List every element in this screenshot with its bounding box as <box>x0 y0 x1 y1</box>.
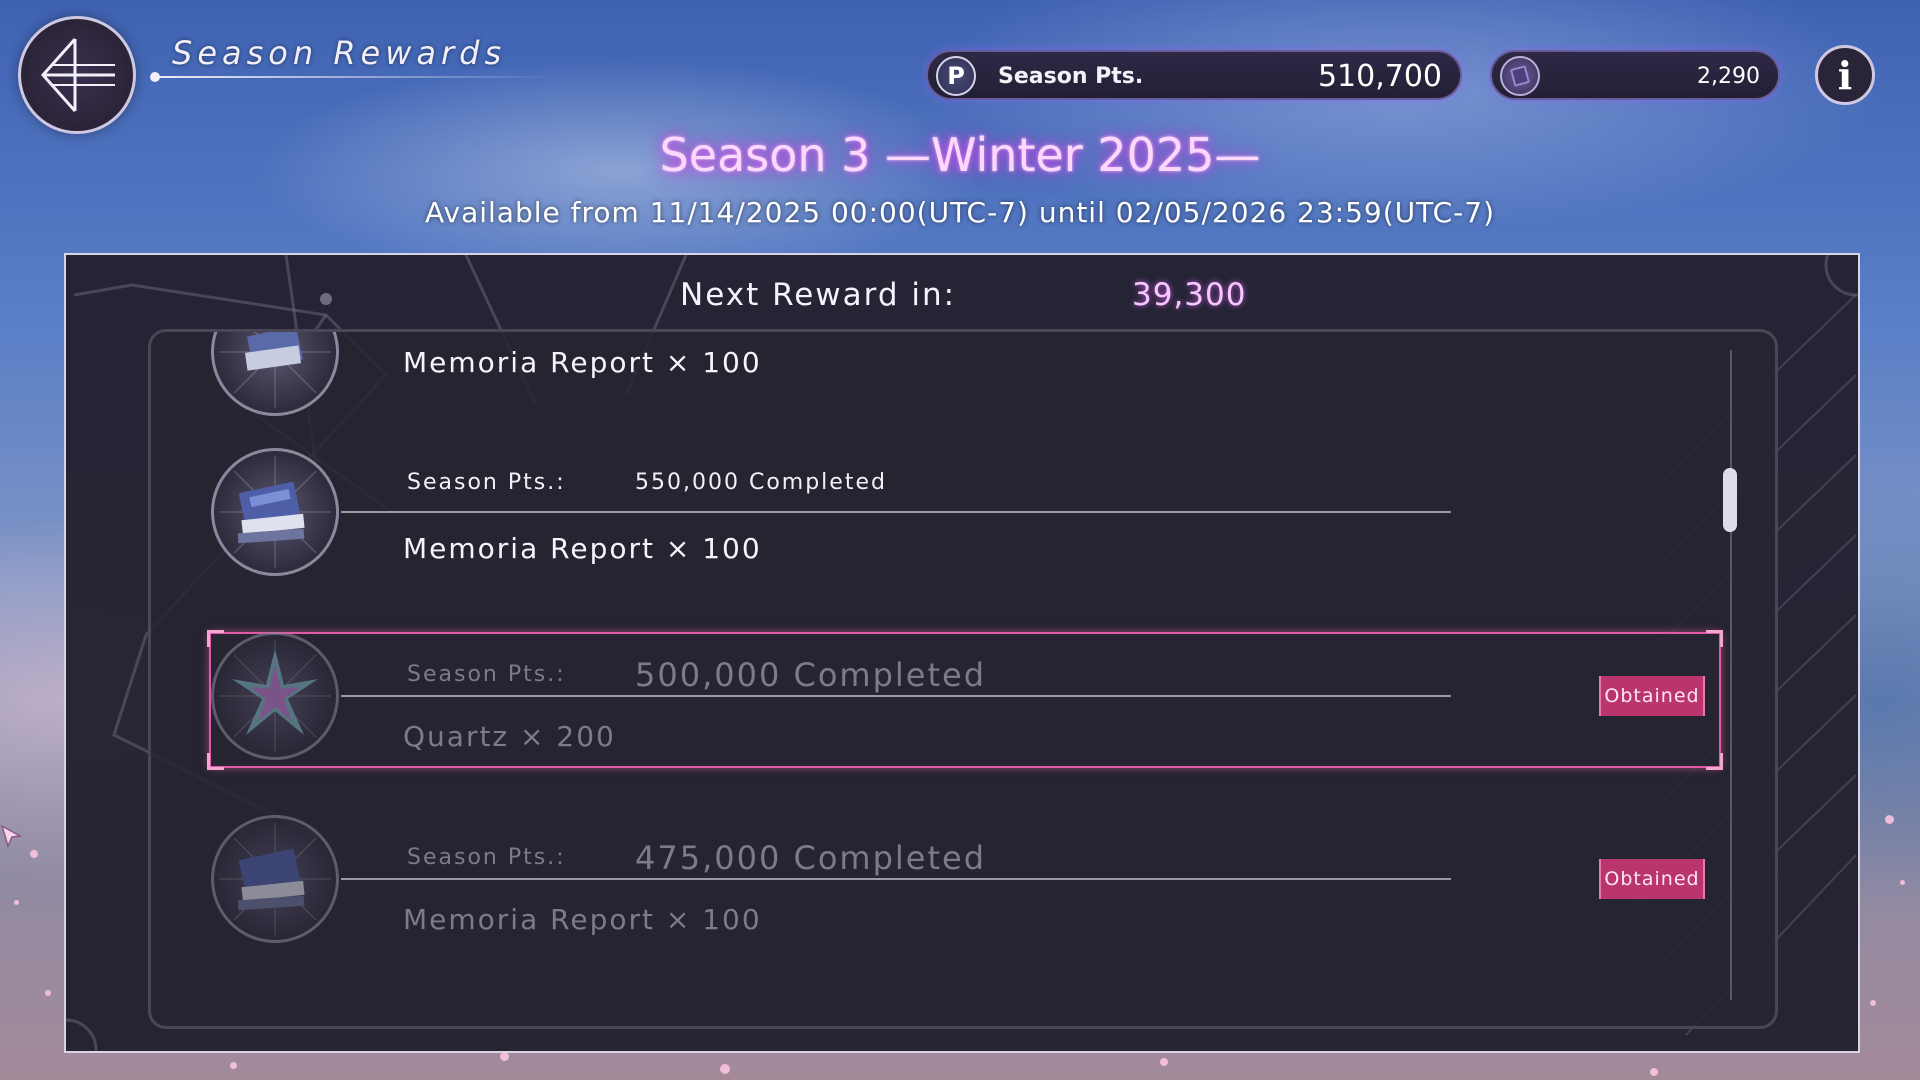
reward-divider <box>341 511 1451 513</box>
reward-points-label: Season Pts.: <box>407 470 566 495</box>
reward-divider <box>341 695 1451 697</box>
reward-list[interactable]: Memoria Report × 100 Season Pts.: 550,00… <box>148 329 1778 1029</box>
reward-item-name: Memoria Report × 100 <box>403 903 762 936</box>
reward-item-name: Memoria Report × 100 <box>403 532 762 565</box>
reward-points-value: 550,000 Completed <box>635 470 887 495</box>
reward-divider <box>341 878 1451 880</box>
reward-points-value: 475,000 Completed <box>635 839 987 877</box>
quartz-value: 2,290 <box>1697 64 1760 89</box>
memoria-report-icon <box>211 448 339 576</box>
season-points-icon: P <box>936 56 976 96</box>
info-icon: i <box>1837 52 1853 98</box>
next-reward-value: 39,300 <box>1132 277 1247 313</box>
reward-row[interactable]: Season Pts.: 475,000 Completed Memoria R… <box>151 809 1751 949</box>
obtained-badge: Obtained <box>1599 859 1705 899</box>
season-availability: Available from 11/14/2025 00:00(UTC-7) u… <box>424 196 1496 229</box>
back-arrow-icon <box>40 38 115 112</box>
reward-row[interactable]: Season Pts.: 550,000 Completed Memoria R… <box>151 442 1751 582</box>
reward-item-name: Memoria Report × 100 <box>403 346 762 379</box>
season-title: Season 3 —Winter 2025— <box>659 128 1261 182</box>
rewards-panel: Next Reward in: 39,300 Memoria Report × … <box>64 253 1860 1053</box>
reward-row[interactable]: Memoria Report × 100 <box>151 332 1751 422</box>
season-points-label: Season Pts. <box>998 64 1144 89</box>
reward-points-value: 500,000 Completed <box>635 656 987 694</box>
quartz-display: 2,290 <box>1490 50 1780 100</box>
page-title: Season Rewards <box>172 34 507 72</box>
title-underline-dot <box>150 72 160 82</box>
reward-row[interactable]: Season Pts.: 500,000 Completed Quartz × … <box>151 626 1751 766</box>
title-underline <box>154 76 554 78</box>
reward-points-label: Season Pts.: <box>407 845 566 870</box>
mouse-cursor-icon <box>0 824 23 848</box>
obtained-badge: Obtained <box>1599 676 1705 716</box>
season-points-value: 510,700 <box>1317 59 1442 94</box>
reward-item-name: Quartz × 200 <box>403 720 616 753</box>
back-button[interactable] <box>18 16 136 134</box>
memoria-report-icon <box>211 815 339 943</box>
season-points-display: P Season Pts. 510,700 <box>926 50 1462 100</box>
quartz-currency-icon <box>1500 56 1540 96</box>
info-button[interactable]: i <box>1815 45 1875 105</box>
memoria-report-icon <box>211 332 339 416</box>
next-reward-label: Next Reward in: <box>680 277 957 313</box>
reward-points-label: Season Pts.: <box>407 662 566 687</box>
quartz-star-icon <box>211 632 339 760</box>
